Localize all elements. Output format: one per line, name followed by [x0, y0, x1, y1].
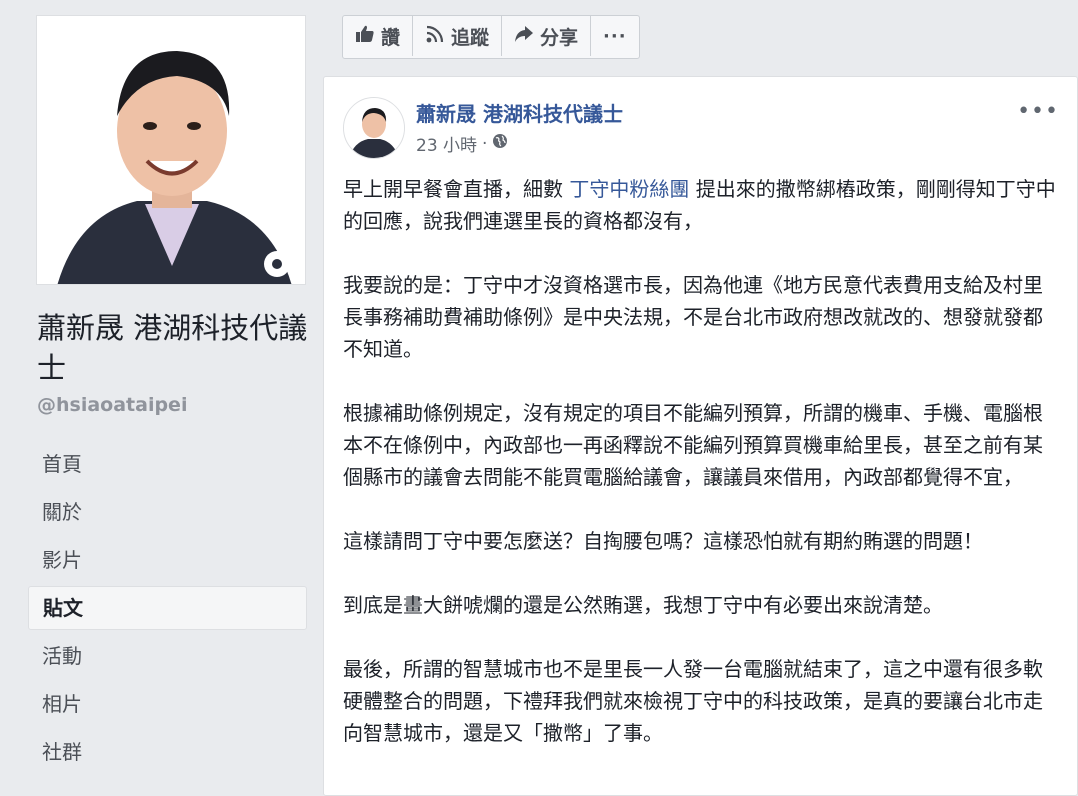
post-paragraph-3: 根據補助條例規定，沒有規定的項目不能編列預算，所謂的機車、手機、電腦根本不在條例…: [343, 401, 1043, 489]
page-handle[interactable]: @hsiaoataipei: [37, 394, 187, 416]
post-paragraph-5: 到底是畫大餅唬爛的還是公然賄選，我想丁守中有必要出來說清楚。: [343, 593, 943, 617]
left-column: 蕭新晟 港湖科技代議士 @hsiaoataipei 首頁 關於 影片 貼文 活動…: [0, 0, 322, 790]
post-paragraph-1: 早上開早餐會直播，細數 丁守中粉絲團 提出來的撒幣綁樁政策，剛剛得知丁守中的回應…: [343, 173, 1058, 237]
post-paragraph-4: 這樣請問丁守中要怎麼送？自掏腰包嗎？這樣恐怕就有期約賄選的問題！: [343, 529, 983, 553]
nav-item-photos[interactable]: 相片: [28, 682, 307, 726]
rss-follow-icon: [425, 24, 445, 49]
meta-separator: ·: [482, 133, 488, 154]
profile-picture[interactable]: [36, 15, 306, 285]
like-button[interactable]: 讚: [343, 16, 414, 56]
post-text: 早上開早餐會直播，細數 丁守中粉絲團 提出來的撒幣綁樁政策，剛剛得知丁守中的回應…: [343, 173, 1058, 781]
nav-item-posts[interactable]: 貼文: [28, 586, 307, 630]
more-options-button[interactable]: ···: [591, 16, 639, 56]
share-label: 分享: [540, 26, 579, 49]
mentioned-page-link[interactable]: 丁守中粉絲團: [569, 177, 689, 201]
share-button[interactable]: 分享: [502, 16, 592, 56]
thumbs-up-icon: [355, 25, 375, 48]
avatar-photo: [344, 98, 404, 158]
nav-item-videos[interactable]: 影片: [28, 538, 307, 582]
post-meta: 23 小時 ·: [416, 131, 508, 156]
post-paragraph-6: 最後，所謂的智慧城市也不是里長一人發一台電腦就結束了，這之中還有很多軟硬體整合的…: [343, 657, 1043, 745]
post-author-link[interactable]: 蕭新晟 港湖科技代議士: [416, 98, 623, 127]
nav-item-community[interactable]: 社群: [28, 730, 307, 774]
nav-item-home[interactable]: 首頁: [28, 442, 307, 486]
page-title[interactable]: 蕭新晟 港湖科技代議士: [37, 308, 312, 388]
post-text-segment: 早上開早餐會直播，細數: [343, 177, 570, 201]
profile-photo: [37, 16, 305, 284]
globe-icon[interactable]: [492, 133, 508, 154]
follow-button[interactable]: 追蹤: [413, 16, 503, 56]
page-action-bar: 讚 追蹤 分享 ···: [342, 15, 640, 59]
nav-item-about[interactable]: 關於: [28, 490, 307, 534]
more-dots-icon: ···: [603, 25, 627, 47]
post-paragraph-2: 我要說的是：丁守中才沒資格選市長，因為他連《地方民意代表費用支給及村里長事務補助…: [343, 273, 1043, 361]
page-nav: 首頁 關於 影片 貼文 活動 相片 社群: [28, 442, 307, 778]
post-options-menu[interactable]: •••: [1017, 99, 1059, 124]
share-arrow-icon: [514, 25, 534, 48]
post-timestamp[interactable]: 23 小時: [416, 131, 477, 156]
like-label: 讚: [381, 26, 401, 49]
follow-label: 追蹤: [451, 26, 490, 49]
post-author-avatar[interactable]: [343, 97, 405, 159]
nav-item-events[interactable]: 活動: [28, 634, 307, 678]
post-card: 蕭新晟 港湖科技代議士 23 小時 · ••• 早上開早餐會直播，細數 丁守中粉…: [323, 76, 1078, 796]
